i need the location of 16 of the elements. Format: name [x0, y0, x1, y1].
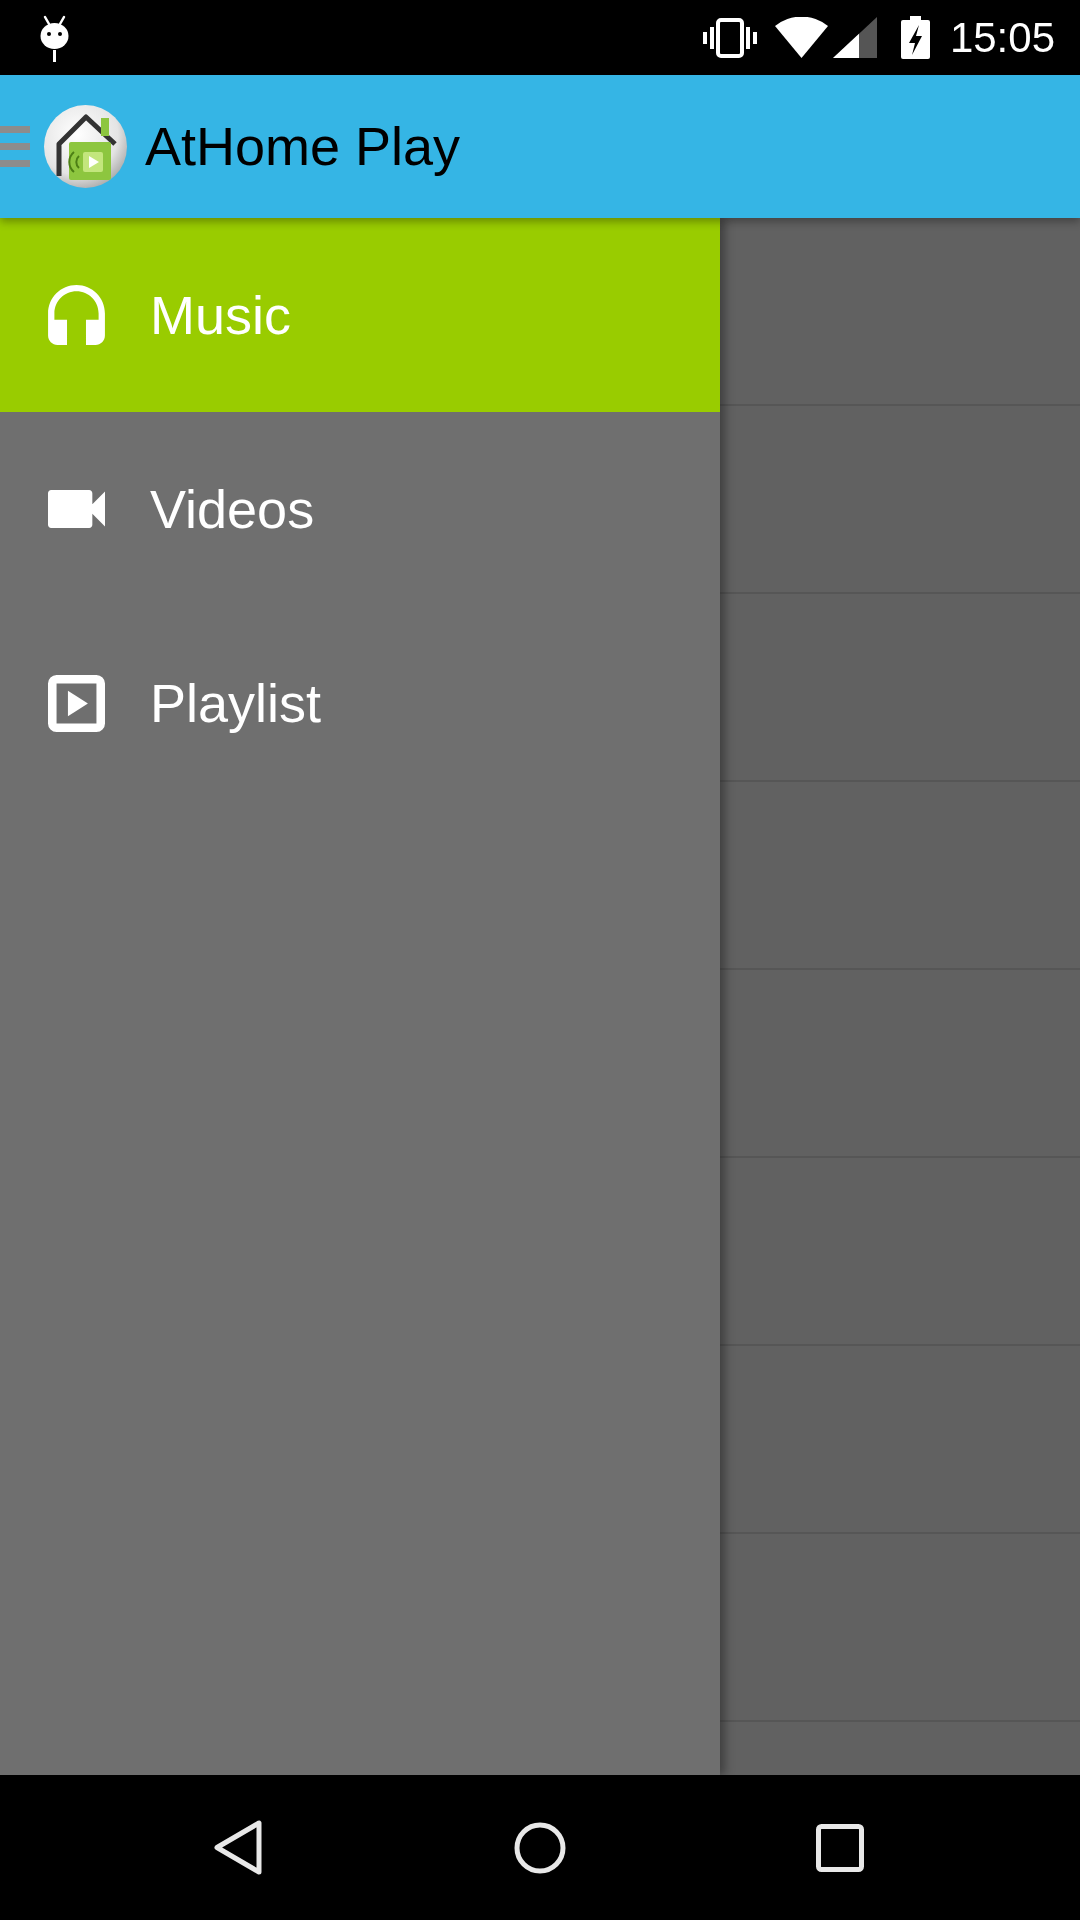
app-title: AtHome Play: [145, 115, 461, 178]
battery-charging-icon: [900, 16, 930, 59]
status-time: 15:05: [949, 16, 1055, 59]
signal-icon: [832, 17, 877, 58]
video-camera-icon: [48, 490, 105, 528]
drawer-item[interactable]: Playlist: [0, 606, 720, 800]
wifi-icon: [774, 17, 828, 58]
vibrate-icon: [702, 17, 757, 58]
play-box-icon: [48, 674, 105, 732]
android-icon: [38, 15, 71, 62]
back-icon[interactable]: [214, 1820, 262, 1875]
house-logo-icon[interactable]: [43, 104, 128, 189]
drawer-item[interactable]: Videos: [0, 412, 720, 606]
headphones-icon: [48, 285, 105, 345]
recents-icon[interactable]: [816, 1824, 864, 1872]
home-icon[interactable]: [514, 1822, 566, 1874]
